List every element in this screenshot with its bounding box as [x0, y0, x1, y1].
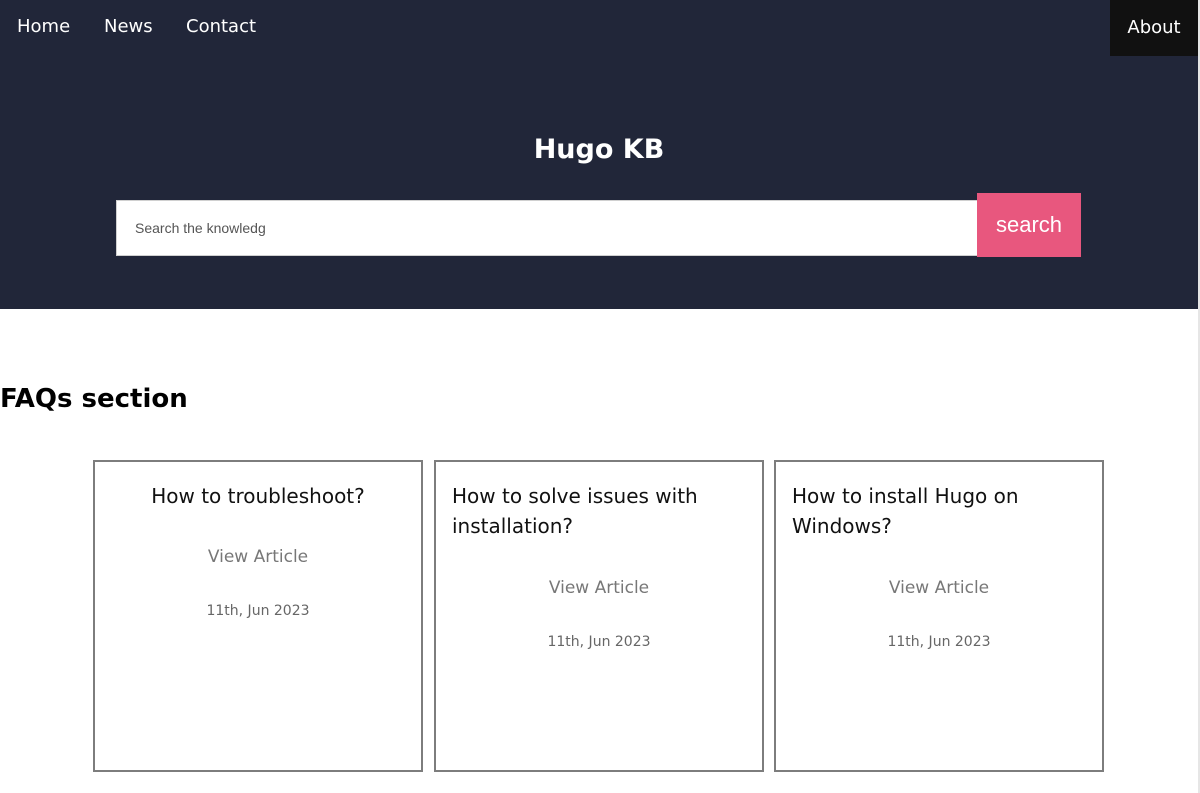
- faq-card-date: 11th, Jun 2023: [206, 603, 310, 619]
- faq-card: How to install Hugo on Windows? View Art…: [774, 460, 1104, 772]
- site-header: Home News Contact About Hugo KB search: [0, 0, 1198, 309]
- faq-card: How to solve issues with installation? V…: [434, 460, 764, 772]
- faq-card-date: 11th, Jun 2023: [547, 634, 651, 650]
- view-article-link[interactable]: View Article: [436, 576, 762, 600]
- nav-home-link[interactable]: Home: [17, 15, 70, 39]
- faqs-heading: FAQs section: [0, 384, 188, 414]
- search-input[interactable]: [116, 200, 978, 256]
- faq-card-title: How to solve issues with installation?: [452, 484, 698, 538]
- nav-about-link[interactable]: About: [1110, 0, 1198, 56]
- view-article-link[interactable]: View Article: [776, 576, 1102, 600]
- view-article-link[interactable]: View Article: [95, 545, 421, 569]
- nav-contact-link[interactable]: Contact: [186, 15, 256, 39]
- search-button[interactable]: search: [977, 193, 1081, 257]
- nav-news-link[interactable]: News: [104, 15, 153, 39]
- faq-card-title: How to install Hugo on Windows?: [792, 484, 1019, 538]
- site-title: Hugo KB: [533, 134, 665, 165]
- faq-card-date: 11th, Jun 2023: [887, 634, 991, 650]
- top-nav: Home News Contact About: [0, 0, 1198, 56]
- faq-card: How to troubleshoot? View Article 11th, …: [93, 460, 423, 772]
- faq-card-title: How to troubleshoot?: [151, 484, 365, 508]
